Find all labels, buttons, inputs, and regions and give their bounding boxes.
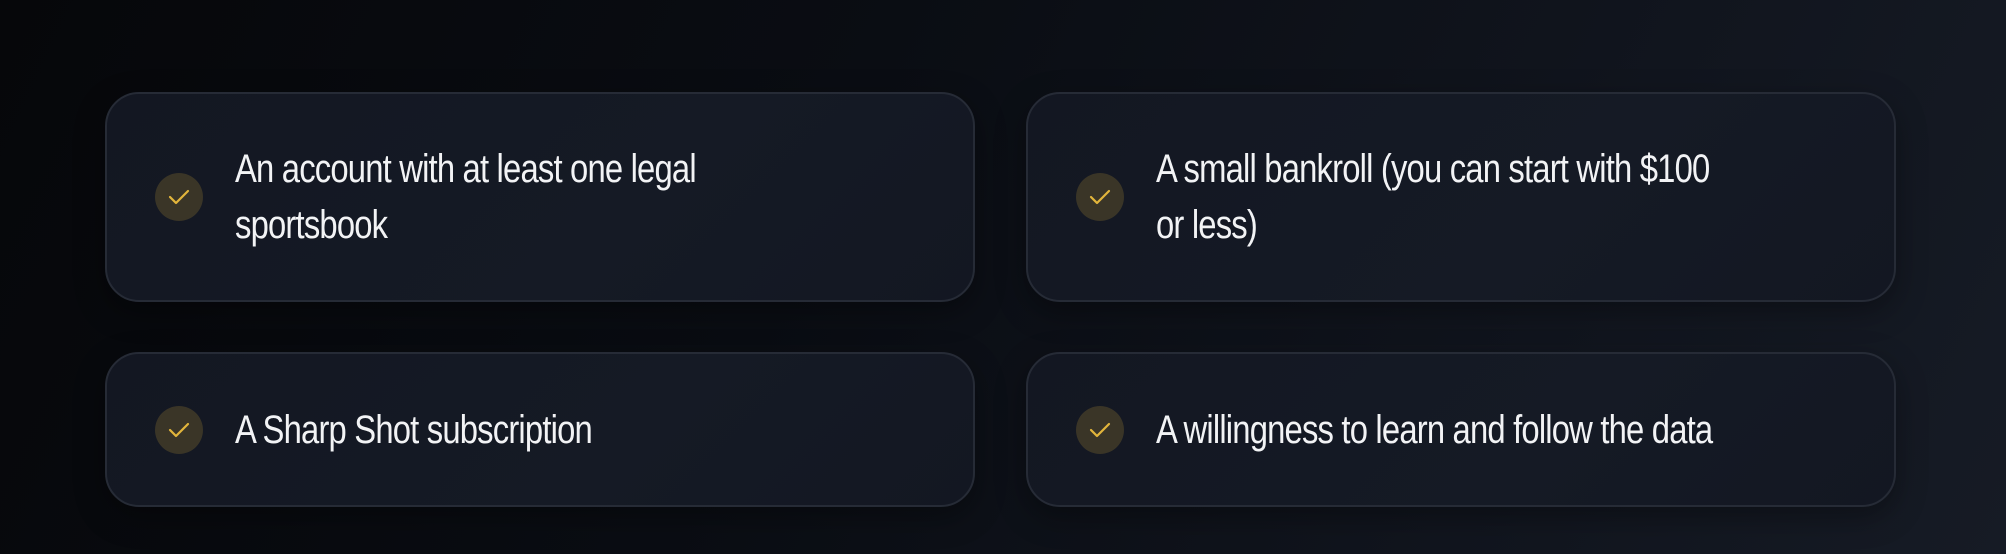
requirement-text: An account with at least one legal sport…: [235, 147, 697, 247]
check-icon: [155, 405, 203, 454]
requirement-text: A small bankroll (you can start with $10…: [1156, 147, 1710, 247]
requirement-card: A Sharp Shot subscription: [105, 352, 975, 507]
requirement-text: A willingness to learn and follow the da…: [1156, 407, 1713, 452]
requirement-text: A Sharp Shot subscription: [235, 407, 593, 452]
check-icon: [1076, 405, 1124, 454]
requirement-card: An account with at least one legal sport…: [105, 92, 975, 302]
requirement-card: A willingness to learn and follow the da…: [1026, 352, 1896, 507]
requirements-grid: An account with at least one legal sport…: [105, 92, 1896, 507]
requirement-card: A small bankroll (you can start with $10…: [1026, 92, 1896, 302]
check-icon: [1076, 173, 1124, 221]
check-icon: [155, 173, 203, 221]
